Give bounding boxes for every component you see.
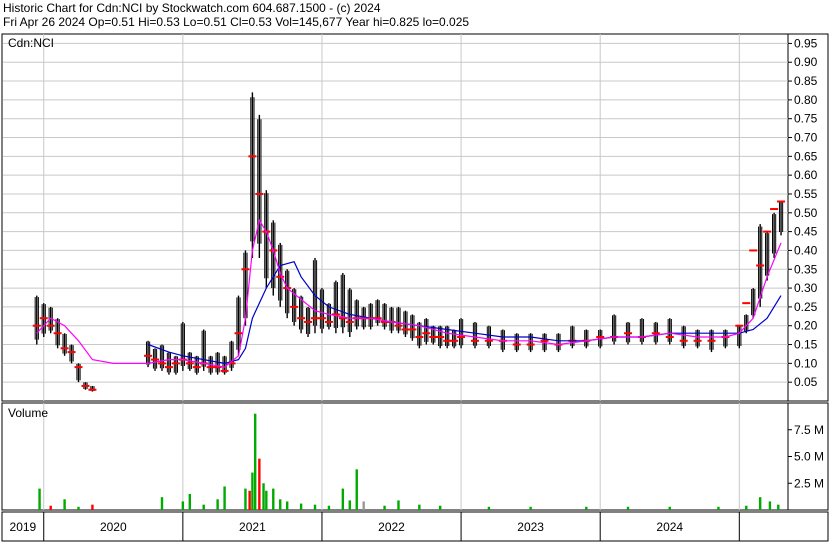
volume-bar	[253, 413, 257, 510]
volume-bar	[362, 501, 365, 510]
x-axis-panel: 2019 2020 2021 2022 2023 2024	[1, 511, 829, 542]
price-tick-label: 0.50	[794, 206, 818, 220]
x-tick-label: 2024	[656, 520, 683, 534]
volume-bar	[383, 505, 386, 510]
price-tick-label: 0.55	[794, 187, 818, 201]
volume-tick-label: 5.0 M	[794, 450, 824, 464]
volume-bar	[49, 505, 52, 510]
volume-tick-label: 7.5 M	[794, 423, 824, 437]
volume-bar	[341, 488, 345, 510]
volume-title: Volume	[8, 406, 48, 420]
price-tick-label: 0.70	[794, 131, 818, 145]
volume-bar	[668, 506, 671, 510]
volume-bar	[299, 503, 303, 510]
volume-bar	[160, 497, 164, 510]
price-tick-label: 0.75	[794, 112, 818, 126]
price-tick-label: 0.10	[794, 356, 818, 370]
volume-bar	[265, 490, 268, 510]
volume-panel: 7.5 M 5.0 M 2.5 M Volume	[1, 402, 829, 511]
volume-bar	[745, 505, 748, 510]
price-tick-label: 0.25	[794, 300, 818, 314]
price-tick-label: 0.05	[794, 375, 818, 389]
volume-bar	[418, 504, 421, 510]
x-tick-label: 2022	[378, 520, 405, 534]
price-panel: 0.95 0.90 0.85 0.80 0.75 0.70 0.65 0.60 0.55 0.50…	[1, 33, 829, 402]
volume-bar	[585, 506, 588, 510]
volume-bar	[91, 504, 94, 510]
volume-bar	[202, 504, 205, 510]
volume-bar	[758, 497, 762, 510]
x-tick-label: 2023	[517, 520, 544, 534]
volume-tick-label: 2.5 M	[794, 476, 824, 490]
volume-bar	[768, 501, 772, 510]
price-tick-label: 0.90	[794, 55, 818, 69]
volume-bar	[258, 458, 261, 510]
volume-bar	[717, 506, 720, 510]
x-tick-label: 2019	[10, 520, 37, 534]
price-tick-label: 0.45	[794, 225, 818, 239]
price-tick-label: 0.95	[794, 36, 818, 50]
volume-bar	[262, 483, 265, 510]
price-tick-label: 0.20	[794, 319, 818, 333]
price-tick-label: 0.40	[794, 243, 818, 257]
volume-bar	[248, 490, 251, 510]
price-tick-label: 0.30	[794, 281, 818, 295]
volume-bar	[355, 469, 358, 510]
volume-bar	[285, 501, 289, 510]
volume-bar	[397, 500, 400, 510]
volume-bar	[216, 499, 219, 510]
volume-bar	[38, 488, 41, 510]
x-tick-label: 2021	[239, 520, 266, 534]
volume-bar	[272, 488, 275, 510]
volume-bar	[181, 501, 185, 510]
volume-bar	[188, 493, 192, 510]
price-tick-label: 0.65	[794, 149, 818, 163]
volume-bar	[529, 506, 532, 510]
volume-bar	[251, 472, 254, 510]
symbol-label: Cdn:NCI	[8, 36, 54, 50]
volume-bar	[777, 504, 780, 510]
volume-bar	[327, 505, 331, 510]
price-tick-label: 0.35	[794, 262, 818, 276]
volume-bar	[77, 506, 80, 510]
volume-bar	[223, 486, 226, 510]
volume-bar	[348, 500, 351, 510]
price-panel-frame	[1, 33, 829, 402]
volume-bar	[279, 499, 282, 510]
volume-bar	[313, 504, 317, 510]
price-tick-label: 0.60	[794, 168, 818, 182]
volume-bar	[487, 506, 491, 510]
stock-chart: 0.95 0.90 0.85 0.80 0.75 0.70 0.65 0.60 0.55 0.50…	[1, 33, 829, 542]
x-tick-label: 2020	[100, 520, 127, 534]
volume-bar	[63, 499, 66, 510]
price-tick-label: 0.85	[794, 74, 818, 88]
volume-bar	[439, 505, 442, 510]
volume-panel-frame	[1, 402, 829, 511]
volume-bar	[626, 506, 630, 510]
price-tick-label: 0.15	[794, 338, 818, 352]
price-tick-label: 0.80	[794, 93, 818, 107]
volume-bar	[244, 488, 247, 510]
